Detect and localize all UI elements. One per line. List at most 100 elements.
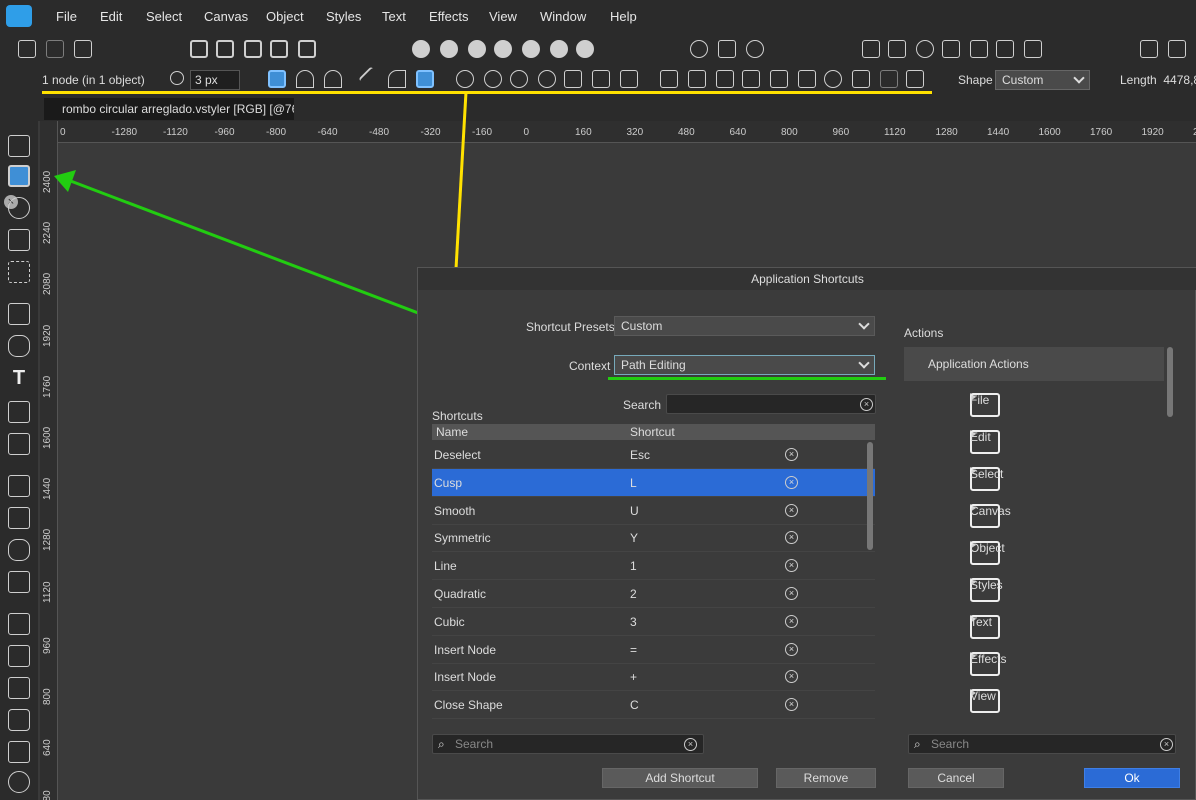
- boolean-union-icon[interactable]: [412, 40, 430, 58]
- stroke-width-input[interactable]: 3 px: [190, 70, 240, 90]
- col-shortcut[interactable]: Shortcut: [630, 425, 675, 439]
- align-top-icon[interactable]: [942, 40, 960, 58]
- menu-file[interactable]: File: [56, 9, 77, 24]
- clear-search-icon[interactable]: ×: [684, 738, 697, 751]
- add-node-icon[interactable]: [456, 70, 474, 88]
- cusp-node-icon[interactable]: [268, 70, 286, 88]
- pen-tool-side-icon[interactable]: [8, 303, 30, 325]
- select-tool-icon[interactable]: [8, 135, 30, 157]
- action-item[interactable]: Text: [912, 606, 1152, 640]
- shape-builder-tool-icon[interactable]: [8, 475, 30, 497]
- align-nodes-left-icon[interactable]: [798, 70, 816, 88]
- action-item[interactable]: Styles: [912, 569, 1152, 603]
- fan-tool-icon[interactable]: [8, 571, 30, 593]
- grid-view-icon[interactable]: [1140, 40, 1158, 58]
- panels-icon[interactable]: [1168, 40, 1186, 58]
- cancel-button[interactable]: Cancel: [908, 768, 1004, 788]
- clear-shortcut-icon[interactable]: ×: [785, 559, 798, 573]
- texture-tool-icon[interactable]: [8, 677, 30, 699]
- simplify-path-icon[interactable]: [620, 70, 638, 88]
- clear-shortcut-icon[interactable]: ×: [785, 670, 798, 684]
- align-nodes-bottom-icon[interactable]: [770, 70, 788, 88]
- fill-tool-icon[interactable]: [8, 401, 30, 423]
- action-item[interactable]: Object: [912, 532, 1152, 566]
- actions-scrollbar[interactable]: [1167, 347, 1173, 417]
- redo-icon[interactable]: [46, 40, 64, 58]
- action-item[interactable]: Canvas: [912, 495, 1152, 529]
- menu-effects[interactable]: Effects: [429, 9, 469, 24]
- app-logo-icon[interactable]: [6, 5, 32, 27]
- distribute-icon[interactable]: [1024, 40, 1042, 58]
- menu-edit[interactable]: Edit: [100, 9, 122, 24]
- rotate-left-icon[interactable]: [244, 40, 262, 58]
- remove-node-icon[interactable]: [484, 70, 502, 88]
- menu-object[interactable]: Object: [266, 9, 304, 24]
- bottom-search-input[interactable]: Search: [432, 734, 704, 754]
- text-tool-icon[interactable]: T: [8, 367, 30, 389]
- circle-icon[interactable]: [824, 70, 842, 88]
- boolean-intersect-icon[interactable]: [468, 40, 486, 58]
- boolean-divide-icon[interactable]: [522, 40, 540, 58]
- clear-shortcut-icon[interactable]: ×: [785, 614, 798, 628]
- action-item[interactable]: Select: [912, 458, 1152, 492]
- menu-window[interactable]: Window: [540, 9, 586, 24]
- table-row[interactable]: Line 1 ×: [432, 552, 875, 581]
- shape-tool-icon[interactable]: [8, 539, 30, 561]
- align-center-icon[interactable]: [996, 40, 1014, 58]
- warp-tool-icon[interactable]: [8, 197, 30, 219]
- table-row[interactable]: Cusp L ×: [432, 468, 875, 497]
- refresh-icon[interactable]: [74, 40, 92, 58]
- boolean-exclude-icon[interactable]: [494, 40, 512, 58]
- clear-shortcut-icon[interactable]: ×: [785, 448, 798, 461]
- menu-styles[interactable]: Styles: [326, 9, 361, 24]
- action-item[interactable]: File: [912, 384, 1152, 418]
- action-item[interactable]: View: [912, 680, 1152, 714]
- node-tool-icon[interactable]: [8, 165, 30, 187]
- action-item[interactable]: Effects: [912, 643, 1152, 677]
- rotate-right-icon[interactable]: [270, 40, 288, 58]
- pen-tool-icon[interactable]: [880, 70, 898, 88]
- break-path-icon[interactable]: [510, 70, 528, 88]
- table-row[interactable]: Insert Node + ×: [432, 663, 875, 692]
- smooth-path-icon[interactable]: [852, 70, 870, 88]
- import-icon[interactable]: [862, 40, 880, 58]
- join-path-icon[interactable]: [538, 70, 556, 88]
- undo-icon[interactable]: [18, 40, 36, 58]
- menu-canvas[interactable]: Canvas: [204, 9, 248, 24]
- menu-view[interactable]: View: [489, 9, 517, 24]
- presets-select[interactable]: Custom: [614, 316, 875, 336]
- ok-button[interactable]: Ok: [1084, 768, 1180, 788]
- clear-shortcut-icon[interactable]: ×: [785, 503, 798, 517]
- action-item[interactable]: Edit: [912, 421, 1152, 455]
- transform-icon[interactable]: [298, 40, 316, 58]
- marquee-tool-icon[interactable]: [8, 261, 30, 283]
- align-nodes-middle-icon[interactable]: [742, 70, 760, 88]
- web-icon[interactable]: [916, 40, 934, 58]
- export-icon[interactable]: [888, 40, 906, 58]
- flip-horizontal-icon[interactable]: [190, 40, 208, 58]
- transform-tool-icon[interactable]: [8, 507, 30, 529]
- distribute-nodes-v-icon[interactable]: [688, 70, 706, 88]
- clear-shortcut-icon[interactable]: ×: [785, 642, 798, 656]
- quadratic-segment-icon[interactable]: [388, 70, 406, 88]
- table-row[interactable]: Insert Node = ×: [432, 636, 875, 664]
- menu-select[interactable]: Select: [146, 9, 182, 24]
- shortcut-search-input[interactable]: [666, 394, 876, 414]
- col-name[interactable]: Name: [436, 425, 468, 439]
- boolean-split-icon[interactable]: [576, 40, 594, 58]
- symmetric-node-icon[interactable]: [324, 70, 342, 88]
- reverse-path-icon[interactable]: [592, 70, 610, 88]
- document-tab[interactable]: rombo circular arreglado.vstyler [RGB] […: [44, 98, 294, 120]
- smooth-node-icon[interactable]: [296, 70, 314, 88]
- table-row[interactable]: Close Shape C ×: [432, 691, 875, 720]
- add-shortcut-button[interactable]: Add Shortcut: [602, 768, 758, 788]
- menu-help[interactable]: Help: [610, 9, 637, 24]
- zoom-tool-icon[interactable]: [8, 771, 30, 793]
- shape-select[interactable]: Custom: [995, 70, 1090, 90]
- layers-tool-icon[interactable]: [8, 741, 30, 763]
- line-segment-icon[interactable]: [358, 66, 384, 92]
- align-bottom-icon[interactable]: [970, 40, 988, 58]
- wave-icon[interactable]: [906, 70, 924, 88]
- mesh-tool-icon[interactable]: [8, 645, 30, 667]
- eyedropper-tool-icon[interactable]: [8, 433, 30, 455]
